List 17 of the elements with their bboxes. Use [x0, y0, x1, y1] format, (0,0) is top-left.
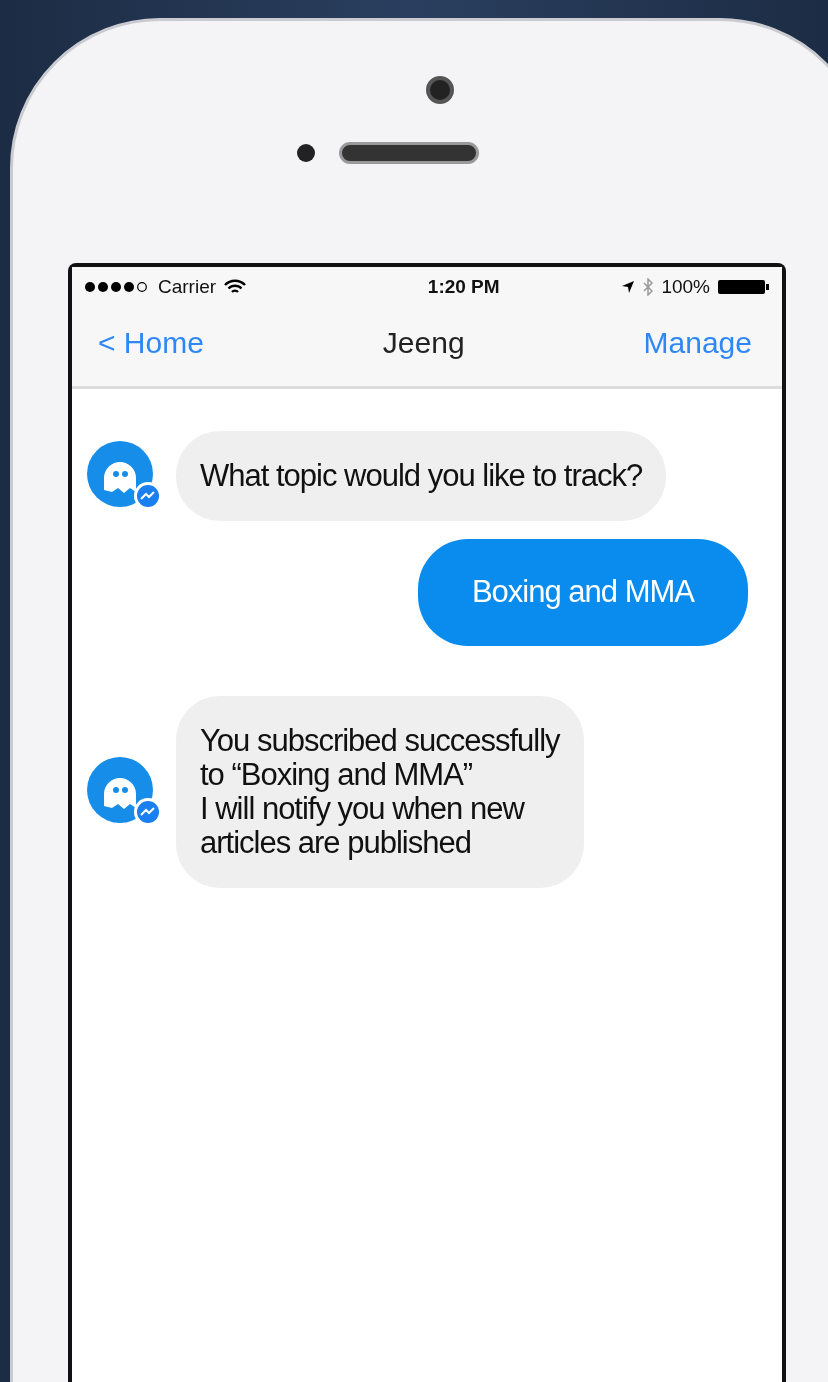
manage-link[interactable]: Manage [643, 320, 752, 365]
message-bubble: What topic would you like to track? [176, 431, 667, 522]
back-link[interactable]: < Home [98, 320, 204, 365]
carrier-name: Carrier [158, 274, 217, 299]
message-bubble: You subscribed successfully to “Boxing and MMA” I will notify you when new articles are published [176, 695, 584, 888]
battery-icon [718, 279, 770, 295]
camera-icon [426, 76, 454, 104]
wifi-icon [224, 279, 247, 295]
speaker-icon [338, 142, 479, 164]
signal-icon [84, 281, 150, 293]
battery-percent: 100% [661, 274, 710, 299]
status-time: 1:20 PM [427, 274, 500, 299]
location-arrow-icon [621, 280, 636, 294]
sensor-icon [296, 144, 315, 162]
message-bubble: Boxing and MMA [417, 539, 748, 646]
chat-title: Jeeng [382, 325, 465, 361]
bluetooth-icon [643, 278, 654, 296]
